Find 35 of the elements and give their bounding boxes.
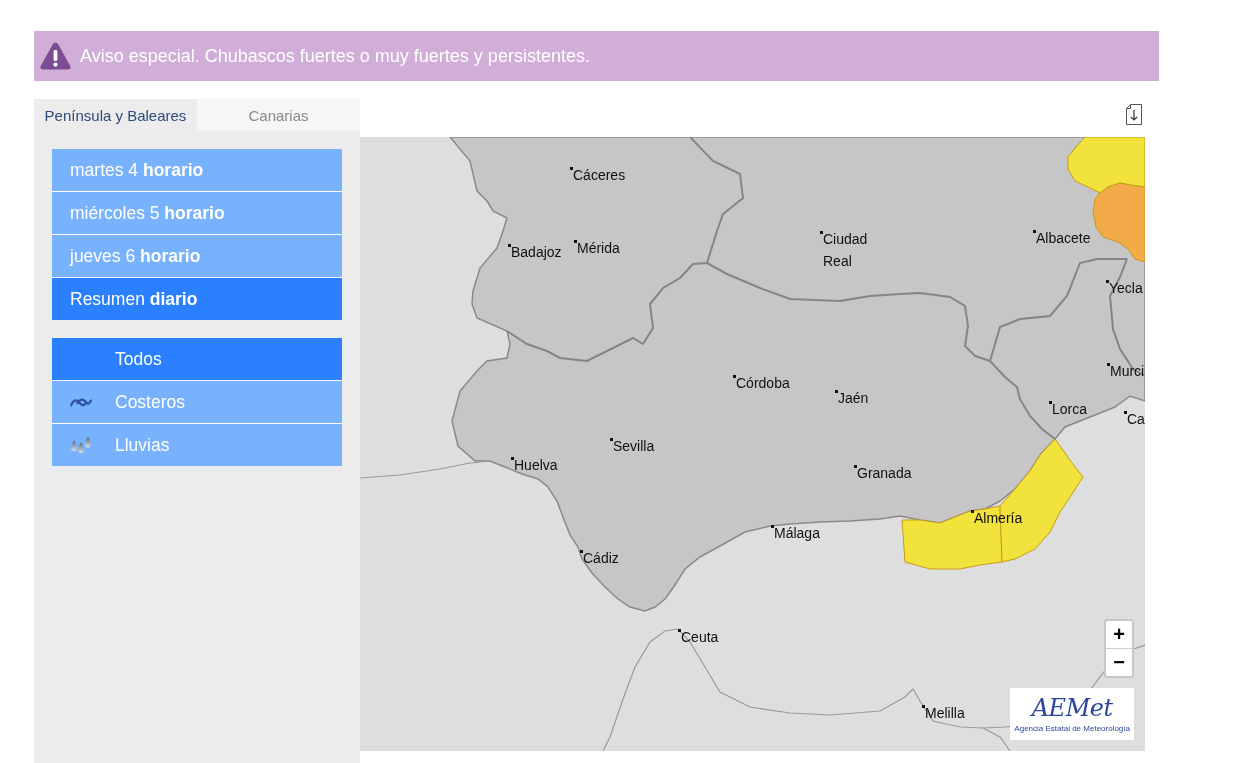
- warning-icon: [40, 42, 71, 70]
- city-label: Granada: [857, 465, 912, 481]
- wave-icon: [70, 396, 92, 408]
- logo-tagline: Agencia Estatal de Meteorología: [1014, 724, 1130, 734]
- city-label: Ceuta: [681, 629, 719, 645]
- phenomenon-menu-item[interactable]: Lluvias: [52, 423, 342, 466]
- day-menu-item[interactable]: jueves 6 horario: [52, 234, 342, 277]
- city-label: Murci: [1110, 363, 1145, 379]
- city-label: Málaga: [774, 525, 820, 541]
- phenomenon-menu-item[interactable]: Costeros: [52, 380, 342, 423]
- city-label: Melilla: [925, 705, 965, 721]
- day-menu-item[interactable]: Resumen diario: [52, 277, 342, 320]
- city-label: Yecla: [1109, 280, 1143, 296]
- city-label: Córdoba: [736, 375, 790, 391]
- file-download-icon[interactable]: [1126, 104, 1142, 125]
- phenomenon-menu-item[interactable]: Todos: [52, 338, 342, 380]
- logo-wordmark: AEMet: [1031, 694, 1113, 722]
- city-label: Cádiz: [583, 550, 619, 566]
- city-label: Sevilla: [613, 438, 655, 454]
- city-label: Ca: [1127, 411, 1145, 427]
- city-label: Huelva: [514, 457, 558, 473]
- city-label: Badajoz: [511, 244, 562, 260]
- city-label: Cáceres: [573, 167, 626, 183]
- city-label: Lorca: [1052, 401, 1088, 417]
- city-label: Mérida: [577, 240, 620, 256]
- day-menu-item[interactable]: miércoles 5 horario: [52, 191, 342, 234]
- city-label: Albacete: [1036, 230, 1091, 246]
- city-label: Almería: [974, 510, 1023, 526]
- alert-text: Aviso especial. Chubascos fuertes o muy fuertes y persistentes.: [80, 45, 590, 67]
- city-label: Jaén: [838, 390, 869, 406]
- zoom-in-button[interactable]: +: [1106, 621, 1132, 649]
- day-menu-item[interactable]: martes 4 horario: [52, 149, 342, 191]
- region-tab[interactable]: Canarias: [197, 99, 360, 131]
- city-label: Ciudad Real: [823, 230, 869, 271]
- rain-drops-icon: [70, 436, 92, 454]
